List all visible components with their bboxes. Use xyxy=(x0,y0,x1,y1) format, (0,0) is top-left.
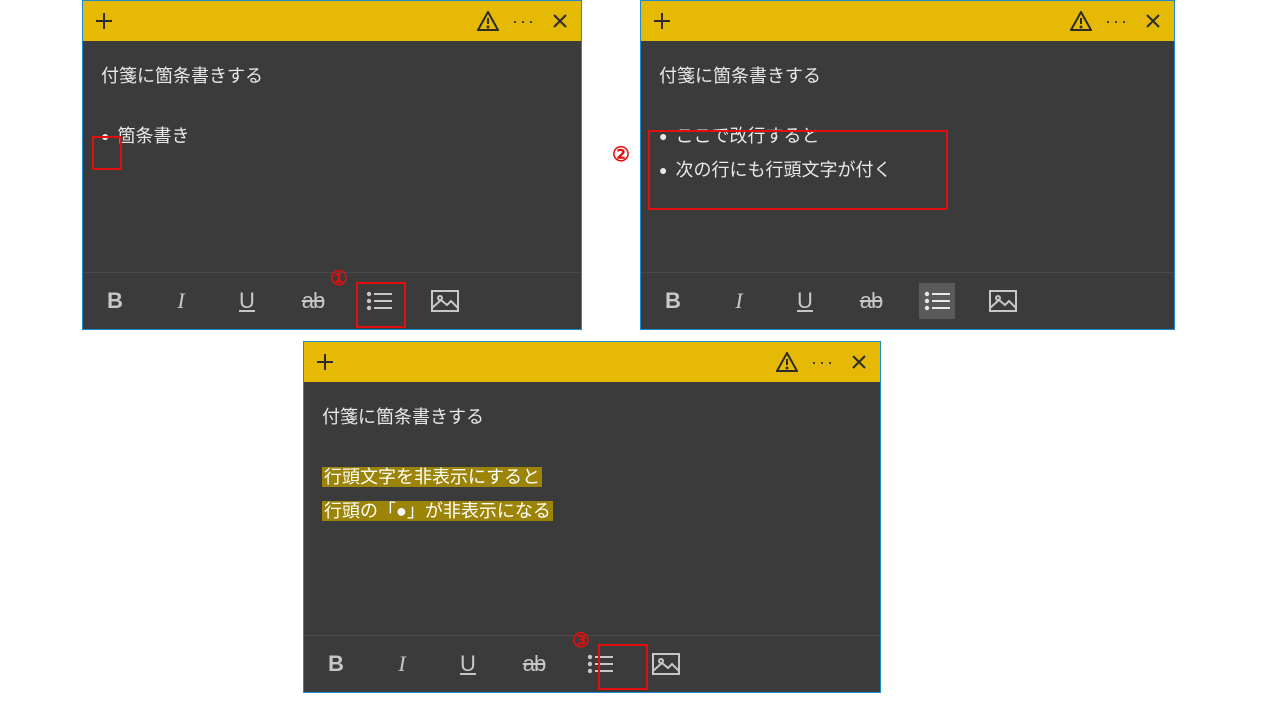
note-title: 付箋に箇条書きする xyxy=(659,59,1156,93)
warning-icon[interactable] xyxy=(477,10,499,32)
underline-button[interactable]: U xyxy=(450,646,486,682)
format-toolbar: B I U ab xyxy=(641,272,1174,329)
bullet-icon: ● xyxy=(101,123,109,150)
note-body[interactable]: 付箋に箇条書きする ● 箇条書き xyxy=(83,41,581,272)
underline-button[interactable]: U xyxy=(787,283,823,319)
insert-image-button[interactable] xyxy=(985,283,1021,319)
bullet-list-button[interactable] xyxy=(361,283,397,319)
strikethrough-button[interactable]: ab xyxy=(295,283,331,319)
new-note-icon[interactable] xyxy=(93,10,115,32)
list-item: ● 箇条書き xyxy=(101,119,563,153)
titlebar: ··· xyxy=(641,1,1174,41)
bullet-icon: ● xyxy=(659,123,667,150)
note-title: 付箋に箇条書きする xyxy=(101,59,563,93)
menu-icon[interactable]: ··· xyxy=(1106,10,1128,32)
format-toolbar: B I U ab xyxy=(83,272,581,329)
titlebar: ··· xyxy=(304,342,880,382)
italic-button[interactable]: I xyxy=(384,646,420,682)
list-item: 行頭文字を非表示にすると xyxy=(322,460,862,494)
list-item: ● ここで改行すると xyxy=(659,119,1156,153)
italic-button[interactable]: I xyxy=(721,283,757,319)
insert-image-button[interactable] xyxy=(648,646,684,682)
strikethrough-button[interactable]: ab xyxy=(516,646,552,682)
note-body[interactable]: 付箋に箇条書きする ● ここで改行すると ● 次の行にも行頭文字が付く xyxy=(641,41,1174,272)
list-item-text: 箇条書き xyxy=(117,119,189,153)
sticky-note-3: ··· 付箋に箇条書きする 行頭文字を非表示にすると 行頭の「●」が非表示になる… xyxy=(303,341,881,693)
underline-button[interactable]: U xyxy=(229,283,265,319)
bold-button[interactable]: B xyxy=(318,646,354,682)
close-icon[interactable] xyxy=(1142,10,1164,32)
note-title: 付箋に箇条書きする xyxy=(322,400,862,434)
note-body[interactable]: 付箋に箇条書きする 行頭文字を非表示にすると 行頭の「●」が非表示になる xyxy=(304,382,880,635)
sticky-note-2: ··· 付箋に箇条書きする ● ここで改行すると ● 次の行にも行頭文字が付く … xyxy=(640,0,1175,330)
bold-button[interactable]: B xyxy=(97,283,133,319)
warning-icon[interactable] xyxy=(1070,10,1092,32)
highlighted-text: 行頭文字を非表示にすると xyxy=(322,467,542,487)
menu-icon[interactable]: ··· xyxy=(812,351,834,373)
sticky-note-1: ··· 付箋に箇条書きする ● 箇条書き B I U ab xyxy=(82,0,582,330)
strikethrough-button[interactable]: ab xyxy=(853,283,889,319)
warning-icon[interactable] xyxy=(776,351,798,373)
list-item-text: 次の行にも行頭文字が付く xyxy=(675,153,891,187)
bold-button[interactable]: B xyxy=(655,283,691,319)
bullet-icon: ● xyxy=(659,157,667,184)
close-icon[interactable] xyxy=(848,351,870,373)
bullet-list-button[interactable] xyxy=(582,646,618,682)
menu-icon[interactable]: ··· xyxy=(513,10,535,32)
list-item: ● 次の行にも行頭文字が付く xyxy=(659,153,1156,187)
new-note-icon[interactable] xyxy=(314,351,336,373)
list-item: 行頭の「●」が非表示になる xyxy=(322,494,862,528)
format-toolbar: B I U ab xyxy=(304,635,880,692)
close-icon[interactable] xyxy=(549,10,571,32)
highlighted-text: 行頭の「●」が非表示になる xyxy=(322,501,553,521)
italic-button[interactable]: I xyxy=(163,283,199,319)
insert-image-button[interactable] xyxy=(427,283,463,319)
list-item-text: ここで改行すると xyxy=(675,119,819,153)
new-note-icon[interactable] xyxy=(651,10,673,32)
bullet-list-button[interactable] xyxy=(919,283,955,319)
annotation-label-2: ② xyxy=(612,142,630,167)
titlebar: ··· xyxy=(83,1,581,41)
